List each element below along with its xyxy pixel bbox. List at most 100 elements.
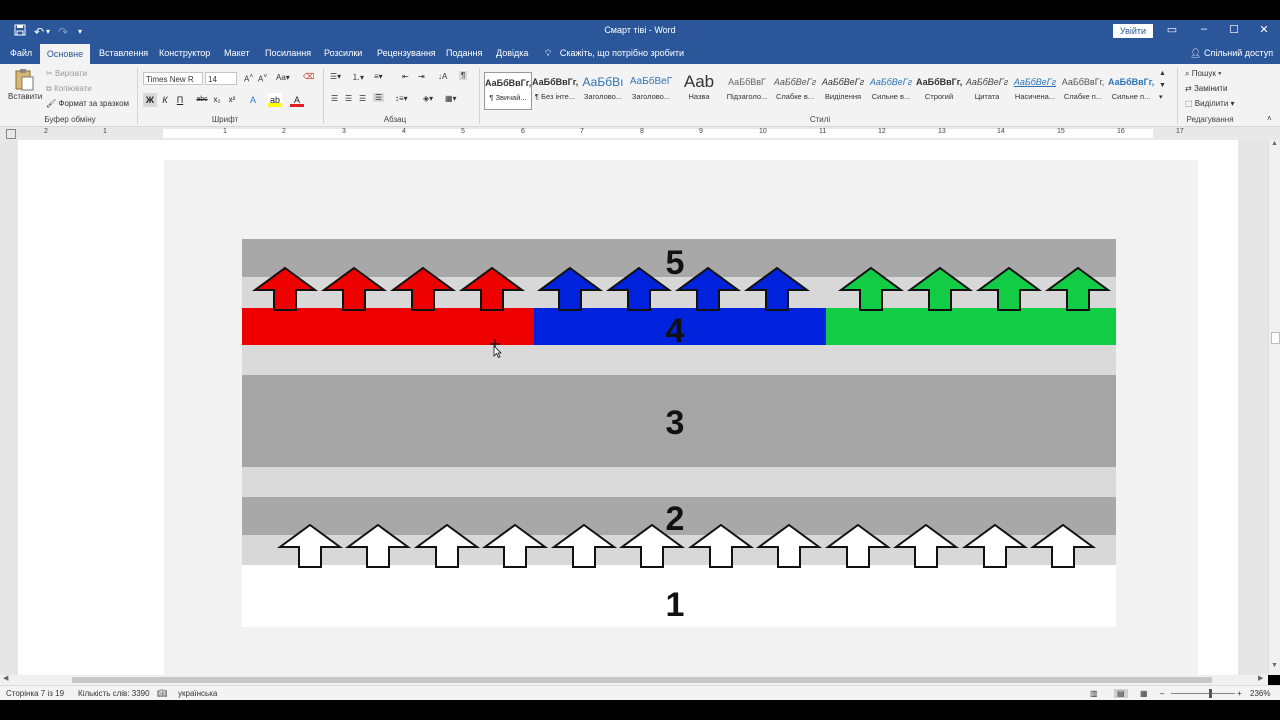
close-icon[interactable]: ✕ (1254, 23, 1274, 39)
tab-help[interactable]: Довідка (496, 48, 528, 58)
multilevel-list-icon[interactable]: ≡▾ (374, 72, 383, 81)
increase-indent-icon[interactable]: ⇥ (418, 72, 425, 81)
find-button[interactable]: ⌕ Пошук ▾ (1185, 69, 1221, 79)
grow-font-icon[interactable]: A˄ (244, 73, 253, 84)
zoom-level[interactable]: 236% (1250, 689, 1270, 698)
italic-button[interactable]: К (158, 93, 172, 107)
highlight-icon[interactable]: ab (268, 93, 282, 107)
style-quote[interactable]: АаБбВеГг Цитата (964, 72, 1010, 108)
customize-qat-icon[interactable]: ▾ (78, 24, 82, 40)
zoom-slider-thumb[interactable] (1209, 689, 1212, 698)
undo-icon[interactable]: ↶ (34, 24, 44, 40)
bold-button[interactable]: Ж (143, 93, 157, 107)
style-subtle-reference[interactable]: АаБбВвГг, Слабке п... (1060, 72, 1106, 108)
language-indicator[interactable]: українська (178, 689, 217, 698)
tab-insert[interactable]: Вставлення (99, 48, 148, 58)
scroll-down-icon[interactable]: ▼ (1271, 662, 1278, 669)
print-layout-icon[interactable]: ▤ (1114, 689, 1128, 698)
style-title[interactable]: Aab Назва (676, 72, 722, 108)
sort-icon[interactable]: ↓A (438, 72, 447, 81)
tell-me-box[interactable]: 💡︎ Скажіть, що потрібно зробити (545, 48, 684, 59)
style-name: Строгий (924, 92, 954, 101)
bullets-icon[interactable]: ☰▾ (330, 72, 341, 81)
align-right-icon[interactable]: ☰ (359, 94, 366, 103)
signin-button[interactable]: Увійти (1113, 24, 1153, 38)
maximize-icon[interactable]: ☐ (1224, 23, 1244, 39)
select-button[interactable]: ⬚ Виділити ▾ (1185, 99, 1235, 108)
word-count[interactable]: Кількість слів: 3390 (78, 689, 150, 698)
zoom-out-icon[interactable]: – (1160, 689, 1164, 698)
replace-button[interactable]: ⇄ Замінити (1185, 84, 1228, 93)
proofing-icon[interactable]: 📖︎ (157, 689, 167, 698)
font-color-icon[interactable]: A (290, 93, 304, 107)
style-intense-emphasis[interactable]: АаБбВеГг Сильне в... (868, 72, 914, 108)
share-button[interactable]: 👤︎ Спільний доступ (1190, 48, 1273, 59)
style-subtle-emphasis[interactable]: АаБбВеГг Слабке в... (772, 72, 818, 108)
zoom-in-icon[interactable]: + (1237, 689, 1242, 698)
scroll-thumb[interactable] (72, 677, 1212, 683)
font-size-box[interactable]: 14 (205, 72, 237, 85)
zoom-slider[interactable] (1171, 689, 1235, 698)
numbering-icon[interactable]: ⒈▾ (352, 72, 364, 83)
styles-scroll-icon[interactable]: ▲ ▼ ▾ (1159, 68, 1166, 104)
style-intense-reference[interactable]: АаБбВвГг, Сильне п... (1108, 72, 1154, 108)
tab-file[interactable]: Файл (10, 48, 32, 58)
scroll-left-icon[interactable]: ◀ (3, 674, 8, 682)
cut-button[interactable]: ✂ Вирізати (46, 69, 87, 78)
style-emphasis[interactable]: АаБбВеГг Виділення (820, 72, 866, 108)
redo-icon[interactable]: ↷ (58, 24, 68, 40)
tab-mailings[interactable]: Розсилки (324, 48, 362, 58)
style-sample: АаБбВвГг, (1108, 77, 1154, 87)
style-no-spacing[interactable]: АаБбВвГг, ¶ Без інте... (532, 72, 578, 108)
shading-icon[interactable]: ◈▾ (423, 94, 433, 103)
undo-dropdown-icon[interactable]: ▾ (46, 24, 50, 40)
tab-references[interactable]: Посилання (265, 48, 311, 58)
tab-selector-icon[interactable] (6, 129, 16, 139)
underline-button[interactable]: П (173, 93, 187, 107)
superscript-icon[interactable]: x² (225, 93, 239, 107)
collapse-ribbon-icon[interactable]: ˄ (1267, 114, 1272, 123)
horizontal-scrollbar[interactable]: ◀ ▶ (0, 675, 1268, 685)
tab-view[interactable]: Подання (446, 48, 482, 58)
scroll-right-icon[interactable]: ▶ (1258, 674, 1263, 682)
horizontal-ruler[interactable]: 2 1 1 2 3 4 5 6 7 8 9 10 11 12 13 14 15 16 17 (0, 127, 1280, 140)
clear-formatting-icon[interactable]: ⌫ (303, 72, 314, 81)
minimize-icon[interactable]: – (1194, 23, 1214, 39)
vertical-scrollbar[interactable]: ▲ ▼ (1268, 140, 1280, 675)
scroll-thumb[interactable] (1271, 332, 1280, 344)
style-strong[interactable]: АаБбВвГг, Строгий (916, 72, 962, 108)
web-layout-icon[interactable]: ▦ (1140, 689, 1148, 698)
text-effects-icon[interactable]: A (246, 93, 260, 107)
paste-button[interactable]: Вставити (8, 68, 42, 112)
style-intense-quote[interactable]: АаБбВеГг Насичена... (1012, 72, 1058, 108)
style-normal[interactable]: АаБбВвГг, ¶ Звичай... (484, 72, 532, 110)
style-heading-1[interactable]: АаБбВı Заголово... (580, 72, 626, 108)
ribbon-display-options-icon[interactable]: ▭ (1162, 23, 1182, 39)
tab-layout[interactable]: Макет (224, 48, 249, 58)
tab-home[interactable]: Основне (40, 44, 90, 64)
align-center-icon[interactable]: ☰ (345, 94, 352, 103)
change-case-icon[interactable]: Aa▾ (276, 73, 290, 82)
line-spacing-icon[interactable]: ↕≡▾ (395, 94, 408, 103)
scroll-up-icon[interactable]: ▲ (1271, 140, 1278, 147)
borders-icon[interactable]: ▦▾ (445, 94, 457, 103)
style-subtitle[interactable]: АаБбВвГ Підзаголо... (724, 72, 770, 108)
save-icon[interactable] (14, 24, 26, 40)
copy-button[interactable]: ⧉ Копіювати (46, 84, 92, 94)
align-left-icon[interactable]: ☰ (331, 94, 338, 103)
strikethrough-icon[interactable]: abc (195, 93, 209, 107)
ribbon-divider (1177, 68, 1178, 124)
tab-review[interactable]: Рецензування (377, 48, 436, 58)
tab-design[interactable]: Конструктор (159, 48, 210, 58)
style-heading-2[interactable]: АаБбВеГ Заголово... (628, 72, 674, 108)
justify-icon[interactable]: ☰ (373, 93, 385, 102)
shrink-font-icon[interactable]: A˅ (258, 73, 267, 84)
format-painter-button[interactable]: 🖌︎ Формат за зразком (46, 99, 129, 108)
font-name-box[interactable]: Times New R (143, 72, 203, 85)
layers-diagram-image[interactable]: 5 4 3 2 1 (242, 239, 1116, 627)
page-count[interactable]: Сторінка 7 із 19 (6, 689, 64, 698)
show-marks-icon[interactable]: ¶ (459, 71, 468, 80)
subscript-icon[interactable]: x₂ (210, 93, 224, 107)
decrease-indent-icon[interactable]: ⇤ (402, 72, 409, 81)
read-mode-icon[interactable]: ▥ (1090, 689, 1098, 698)
